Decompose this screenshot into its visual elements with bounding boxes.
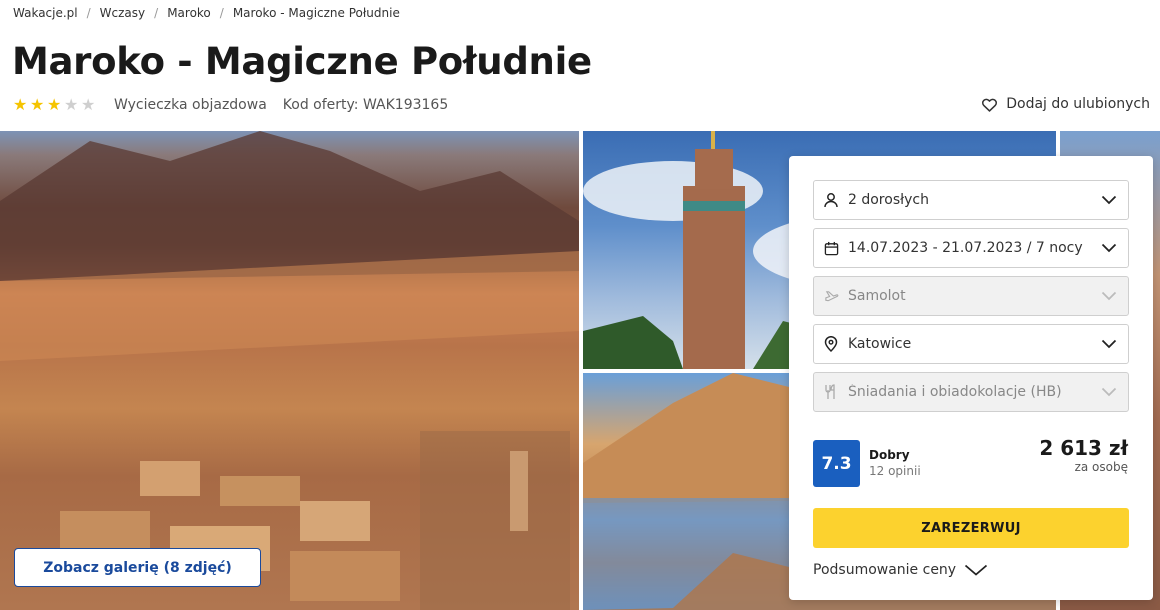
add-to-favorites-label: Dodaj do ulubionych — [1006, 96, 1150, 112]
star-icon: ★ — [30, 95, 45, 114]
dates-value: 14.07.2023 - 21.07.2023 / 7 nocy — [848, 240, 1083, 256]
breadcrumb-link-home[interactable]: Wakacje.pl — [13, 6, 78, 20]
calendar-icon — [823, 240, 839, 256]
booking-panel: 2 dorosłych 14.07.2023 - 21.07.2023 / 7 … — [789, 156, 1153, 600]
view-gallery-button[interactable]: Zobacz galerię (8 zdjęć) — [14, 548, 261, 587]
travelers-select[interactable]: 2 dorosłych — [813, 180, 1129, 220]
review-score-badge[interactable]: 7.3 — [813, 440, 860, 487]
star-icon: ★ — [47, 95, 62, 114]
star-rating: ★ ★ ★ ★ ★ — [13, 97, 98, 113]
offer-meta: ★ ★ ★ ★ ★ Wycieczka objazdowa Kod oferty… — [13, 95, 448, 115]
star-icon: ★ — [64, 95, 79, 114]
heart-icon — [982, 98, 998, 112]
breadcrumb-link-wczasy[interactable]: Wczasy — [100, 6, 145, 20]
star-icon: ★ — [81, 95, 96, 114]
breadcrumb-separator: / — [86, 6, 91, 20]
offer-code: Kod oferty: WAK193165 — [282, 97, 449, 113]
book-button[interactable]: ZAREZERWUJ — [813, 508, 1129, 548]
price-summary-label: Podsumowanie ceny — [813, 562, 957, 578]
board-value: Śniadania i obiadokolacje (HB) — [848, 384, 1062, 400]
breadcrumb: Wakacje.pl / Wczasy / Maroko / Maroko - … — [13, 6, 400, 20]
trip-type: Wycieczka objazdowa — [114, 97, 267, 113]
review-score-label: Dobry — [869, 448, 910, 462]
transport-value: Samolot — [848, 288, 906, 304]
chevron-down-icon — [1101, 240, 1117, 256]
person-icon — [823, 192, 839, 208]
breadcrumb-link-maroko[interactable]: Maroko — [167, 6, 211, 20]
board-select: Śniadania i obiadokolacje (HB) — [813, 372, 1129, 412]
departure-value: Katowice — [848, 336, 912, 352]
chevron-down-icon — [1101, 192, 1117, 208]
departure-select[interactable]: Katowice — [813, 324, 1129, 364]
price-value: 2 613 zł — [1039, 436, 1128, 460]
chevron-down-icon — [1101, 336, 1117, 352]
dates-select[interactable]: 14.07.2023 - 21.07.2023 / 7 nocy — [813, 228, 1129, 268]
location-pin-icon — [823, 336, 839, 352]
breadcrumb-separator: / — [154, 6, 159, 20]
chevron-down-icon — [1101, 288, 1117, 304]
breadcrumb-current: Maroko - Magiczne Południe — [232, 6, 400, 20]
chevron-down-icon — [965, 564, 988, 576]
transport-select: Samolot — [813, 276, 1129, 316]
breadcrumb-separator: / — [219, 6, 224, 20]
airplane-icon — [823, 288, 839, 304]
cutlery-icon — [823, 384, 839, 400]
price-unit: za osobę — [1074, 460, 1128, 474]
gallery-main-photo[interactable] — [0, 131, 579, 610]
travelers-value: 2 dorosłych — [848, 192, 929, 208]
price-summary-toggle[interactable]: Podsumowanie ceny — [813, 562, 988, 578]
chevron-down-icon — [1101, 384, 1117, 400]
review-count-link[interactable]: 12 opinii — [869, 464, 921, 478]
add-to-favorites-button[interactable]: Dodaj do ulubionych — [981, 96, 1150, 112]
star-icon: ★ — [13, 95, 28, 114]
page-title: Maroko - Magiczne Południe — [12, 40, 592, 83]
